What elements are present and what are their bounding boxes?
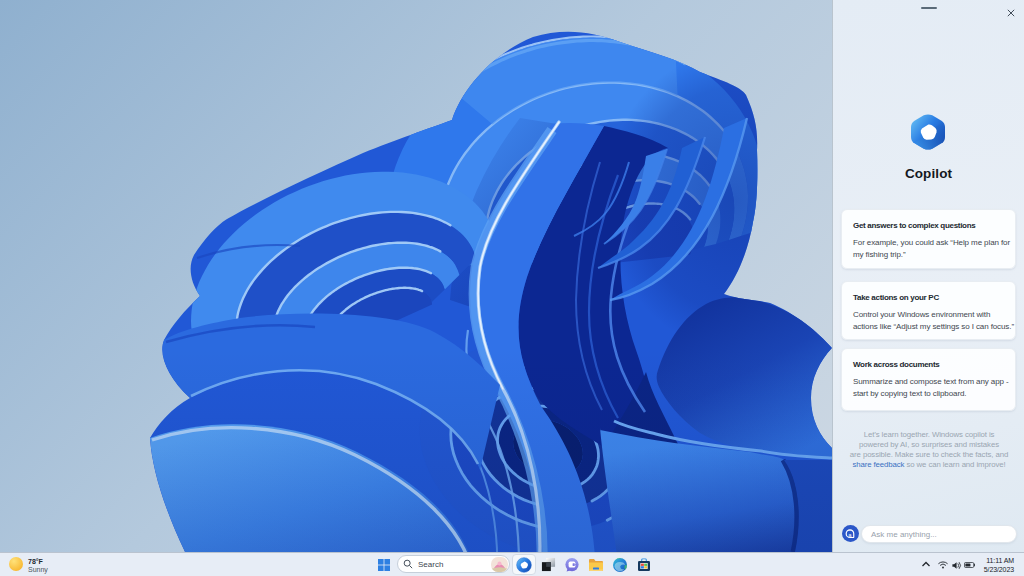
svg-text:a: a: [848, 531, 852, 537]
